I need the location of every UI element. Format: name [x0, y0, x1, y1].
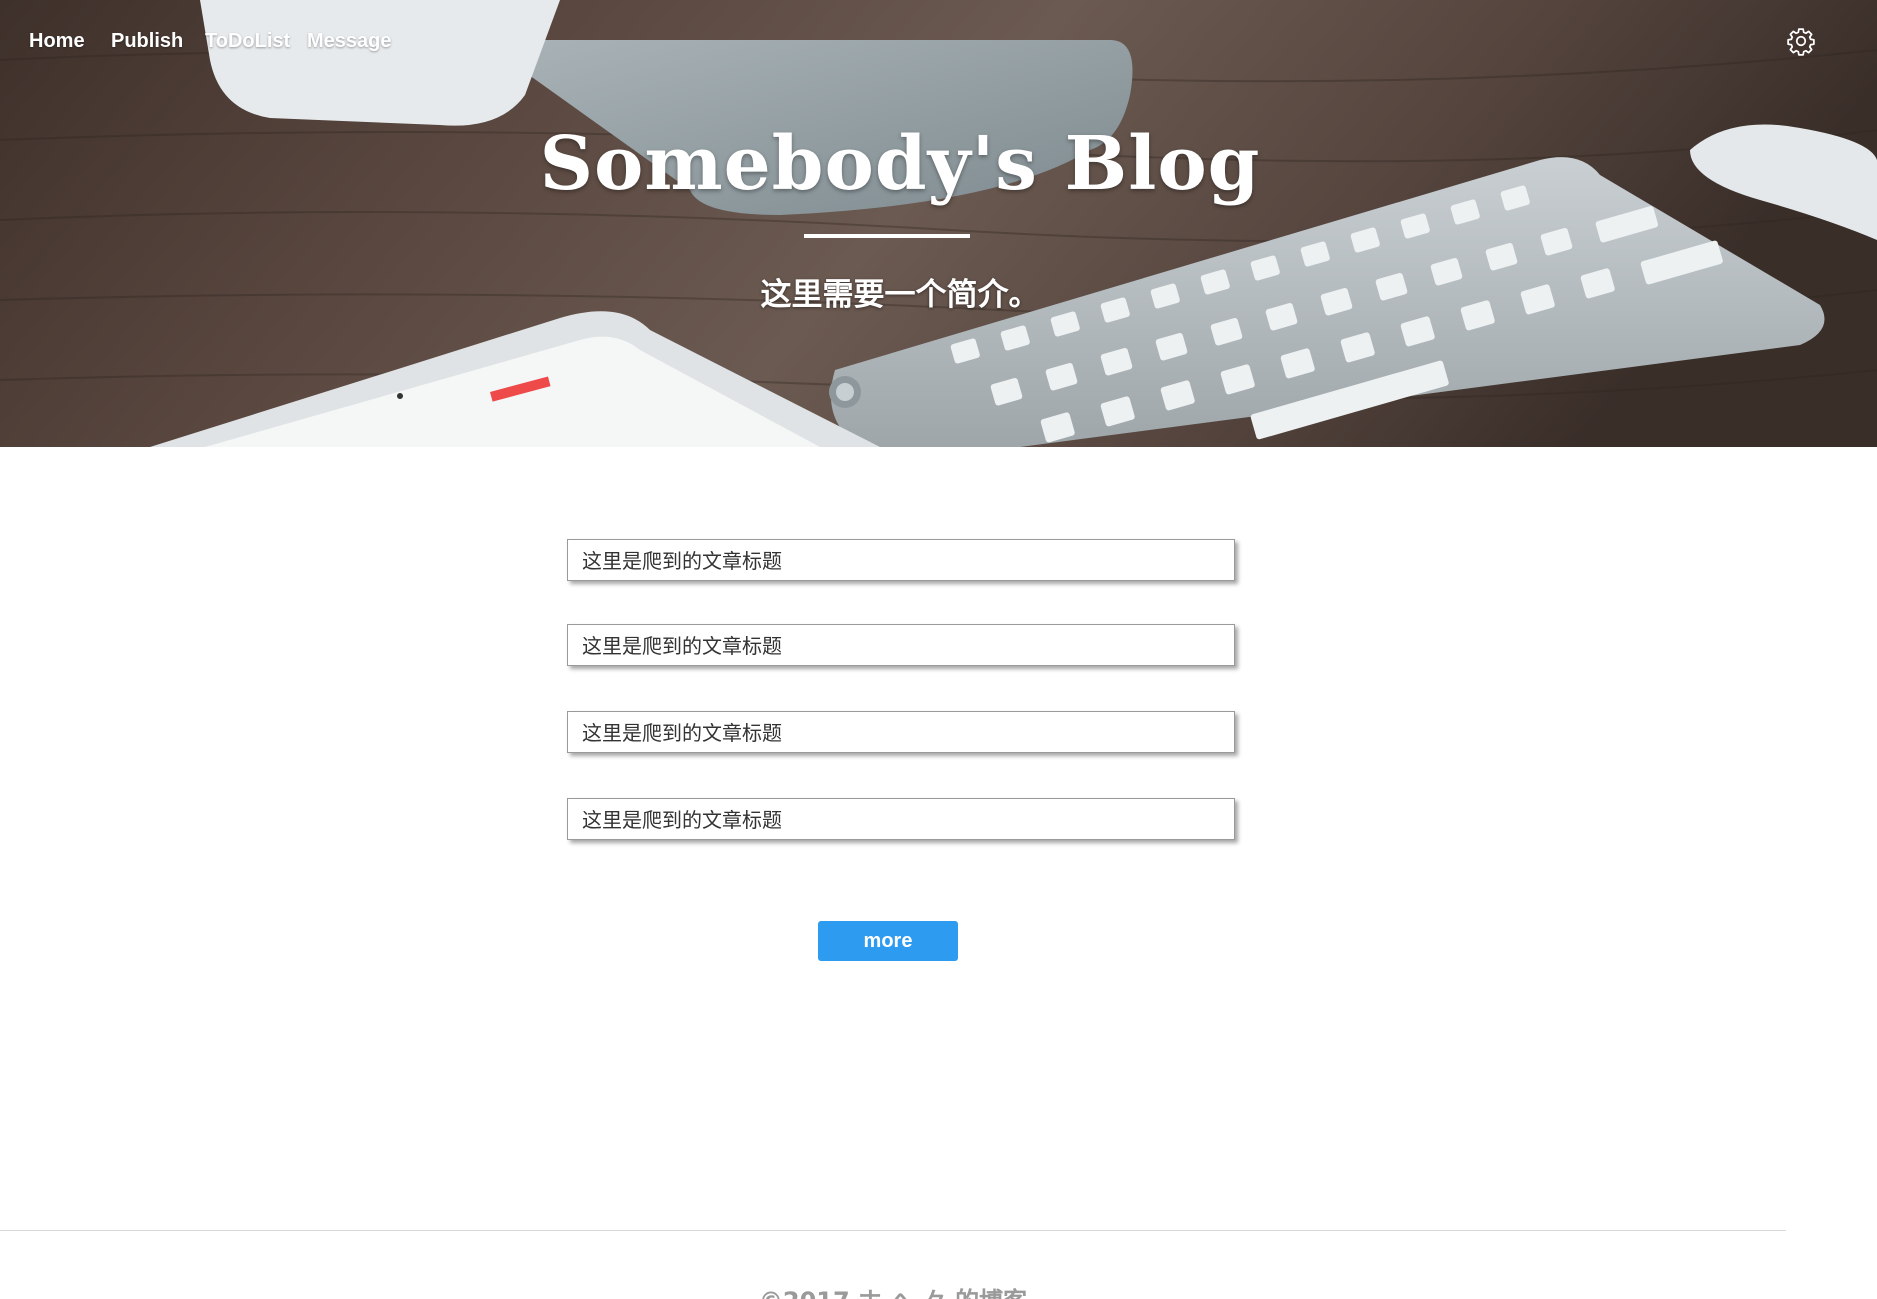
- more-button[interactable]: more: [818, 921, 958, 961]
- nav-home-link[interactable]: Home: [29, 30, 85, 53]
- site-title: Somebody's Blog: [539, 121, 1261, 207]
- article-item[interactable]: 这里是爬到的文章标题: [567, 624, 1235, 666]
- gear-icon: [1787, 28, 1815, 56]
- footer-divider: [0, 1230, 1786, 1231]
- site-intro: 这里需要一个简介。: [760, 277, 1040, 313]
- hero-background-image: [0, 0, 1877, 447]
- footer-copyright: ©2017 ホ へ 々 的博客: [0, 1286, 1786, 1299]
- nav-todolist-link[interactable]: ToDoList: [205, 30, 290, 53]
- article-item[interactable]: 这里是爬到的文章标题: [567, 539, 1235, 581]
- article-item[interactable]: 这里是爬到的文章标题: [567, 711, 1235, 753]
- settings-button[interactable]: [1786, 26, 1816, 56]
- hero-banner: Home Publish ToDoList Message Somebody's…: [0, 0, 1877, 447]
- nav-publish-link[interactable]: Publish: [111, 30, 183, 53]
- title-divider: [804, 234, 970, 238]
- article-item[interactable]: 这里是爬到的文章标题: [567, 798, 1235, 840]
- nav-message-link[interactable]: Message: [307, 30, 392, 53]
- page: Home Publish ToDoList Message Somebody's…: [0, 0, 1877, 1299]
